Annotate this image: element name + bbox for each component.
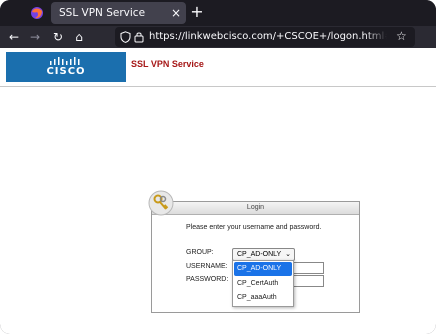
cisco-logo: CISCO xyxy=(6,52,126,82)
login-instructions: Please enter your username and password. xyxy=(186,224,322,231)
lock-icon[interactable] xyxy=(134,31,144,43)
username-label: USERNAME: xyxy=(186,263,228,270)
tab-strip: SSL VPN Service × + xyxy=(0,0,436,26)
back-icon[interactable]: ← xyxy=(6,29,22,45)
new-tab-icon[interactable]: + xyxy=(190,2,204,22)
cisco-logo-text: CISCO xyxy=(46,66,86,77)
tab-title: SSL VPN Service xyxy=(59,7,146,19)
bookmark-star-icon[interactable]: ☆ xyxy=(396,30,409,43)
firefox-icon[interactable] xyxy=(30,6,44,20)
tab-ssl-vpn[interactable]: SSL VPN Service × xyxy=(51,2,186,24)
navigation-bar: ← → ↻ ⌂ https://linkwebcisco.com/+CSCOE+… xyxy=(0,26,436,48)
chevron-down-icon: ⌄ xyxy=(285,251,291,258)
reload-icon[interactable]: ↻ xyxy=(50,29,66,45)
username-field[interactable] xyxy=(292,262,324,274)
site-header: CISCO SSL VPN Service xyxy=(0,48,436,87)
password-field[interactable] xyxy=(292,275,324,287)
url-bar[interactable]: https://linkwebcisco.com/+CSCOE+/logon.h… xyxy=(115,27,415,47)
url-text[interactable]: https://linkwebcisco.com/+CSCOE+/logon.h… xyxy=(149,27,387,47)
cisco-bars-icon xyxy=(50,57,80,65)
tab-close-icon[interactable]: × xyxy=(171,2,181,24)
page-title: SSL VPN Service xyxy=(131,59,204,69)
group-select-value: CP_AD-ONLY xyxy=(237,251,282,258)
home-icon[interactable]: ⌂ xyxy=(71,29,87,45)
keys-icon xyxy=(148,190,174,216)
url-fade xyxy=(365,27,387,47)
login-title: Login xyxy=(246,204,265,211)
dropdown-option[interactable]: CP_aaaAuth xyxy=(234,291,292,305)
login-titlebar: Login xyxy=(152,202,359,215)
browser-window: SSL VPN Service × + ← → ↻ ⌂ https://link… xyxy=(0,0,436,334)
shield-icon[interactable] xyxy=(120,31,131,43)
forward-icon[interactable]: → xyxy=(27,29,43,45)
login-panel: Login Please enter your username and pas… xyxy=(148,190,360,313)
group-label: GROUP: xyxy=(186,249,214,256)
group-dropdown-list: CP_AD-ONLY CP_CertAuth CP_aaaAuth xyxy=(232,260,294,307)
page-content: CISCO SSL VPN Service Login Please enter… xyxy=(0,48,436,334)
password-label: PASSWORD: xyxy=(186,276,229,283)
dropdown-option[interactable]: CP_CertAuth xyxy=(234,277,292,291)
dropdown-option[interactable]: CP_AD-ONLY xyxy=(234,262,292,276)
